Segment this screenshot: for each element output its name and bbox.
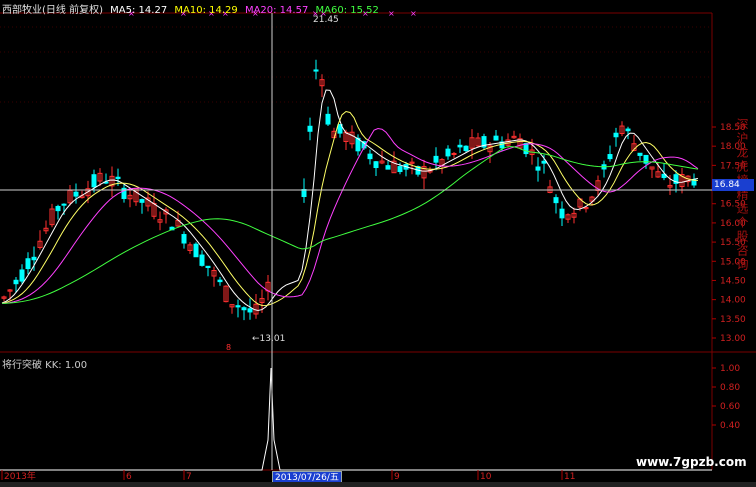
candle-body [31, 256, 37, 261]
candle-body [607, 154, 613, 160]
price-tick-label: 14.00 [720, 296, 746, 306]
candle-body [25, 258, 31, 270]
price-gridlines [0, 26, 712, 103]
candle-body [193, 243, 199, 258]
time-label: 6 [126, 472, 132, 482]
time-label: 10 [480, 472, 492, 482]
candle-body [373, 161, 379, 169]
candle-body [385, 165, 391, 170]
price-tick-label: 13.50 [720, 315, 746, 325]
svg-text:×: × [388, 9, 395, 18]
candle-body [199, 254, 205, 266]
stock-label: 西部牧业(日线 前复权) [2, 5, 103, 16]
candle-body [367, 153, 373, 160]
candle-body [241, 307, 247, 311]
candle-body [217, 279, 223, 283]
low-price-label: ←13.01 [252, 334, 285, 344]
moving-average-lines [1, 89, 699, 311]
watermark: www.7gpzb.com [636, 455, 747, 469]
ma60-line [1, 146, 699, 304]
candle-body [535, 166, 541, 171]
indicator-tick-label: 0.60 [720, 402, 740, 412]
ma5-line [1, 89, 699, 311]
candle-body [325, 113, 331, 125]
candle-body [433, 155, 439, 163]
candle-body [397, 166, 403, 173]
candle-body [91, 174, 97, 188]
candle-body [493, 135, 499, 141]
candle-body [73, 191, 79, 197]
ma60-value: MA60: 15.52 [315, 5, 379, 16]
bottom-toolbar[interactable] [0, 482, 756, 487]
chart-header: 西部牧业(日线 前复权) MA5: 14.27 MA10: 14.29 MA20… [2, 1, 383, 16]
ma10-value: MA10: 14.29 [174, 5, 238, 16]
candle-body [61, 203, 67, 206]
candle-body [613, 132, 619, 138]
time-label: 11 [564, 472, 575, 482]
candle-body [115, 176, 121, 180]
candle-body [181, 234, 187, 244]
candle-body [13, 279, 19, 285]
candle-body [205, 265, 211, 269]
candle-body [637, 152, 643, 156]
candle-body [451, 152, 457, 155]
candle-body [139, 199, 145, 203]
candle-body [235, 305, 241, 308]
price-tick-label: 13.00 [720, 334, 746, 344]
side-vertical-text: 深沪龙虎榜精选个股咨询 [735, 118, 749, 272]
candle-body [313, 69, 319, 72]
indicator-tick-label: 0.40 [720, 421, 740, 431]
candle-body [463, 145, 469, 152]
ma20-value: MA20: 14.57 [244, 5, 309, 16]
candle-body [247, 308, 253, 313]
ma20-line [1, 127, 699, 304]
candle-body [625, 128, 631, 132]
indicator-title: 将行突破 KK: 1.00 [2, 360, 88, 371]
ma5-value: MA5: 14.27 [110, 5, 168, 16]
candle-body [55, 205, 61, 212]
candle-body [553, 197, 559, 204]
indicator-tick-label: 1.00 [720, 364, 740, 374]
small-red-marker: 8 [226, 343, 231, 352]
time-label: 7 [186, 472, 192, 482]
time-label: 2013年 [4, 470, 36, 482]
candle-body [559, 208, 565, 219]
candle-body [523, 143, 529, 155]
candle-body [541, 160, 547, 164]
indicator-line [0, 367, 712, 471]
candle-body [307, 125, 313, 132]
candle-body [445, 148, 451, 157]
candle-body [19, 269, 25, 282]
candle-body [457, 144, 463, 148]
kk-line [0, 367, 712, 471]
indicator-tick-label: 0.80 [720, 383, 740, 393]
indicator-axis: 1.00 0.80 0.60 0.40 [712, 364, 740, 431]
kline-chart[interactable]: 18.5018.0017.5017.0016.5016.0015.5015.00… [0, 0, 756, 487]
svg-text:×: × [410, 9, 417, 18]
price-tick-label: 14.50 [720, 276, 746, 286]
current-price-badge: 16.84 [712, 179, 754, 191]
time-label: 9 [394, 472, 400, 482]
candle-body [301, 189, 307, 198]
